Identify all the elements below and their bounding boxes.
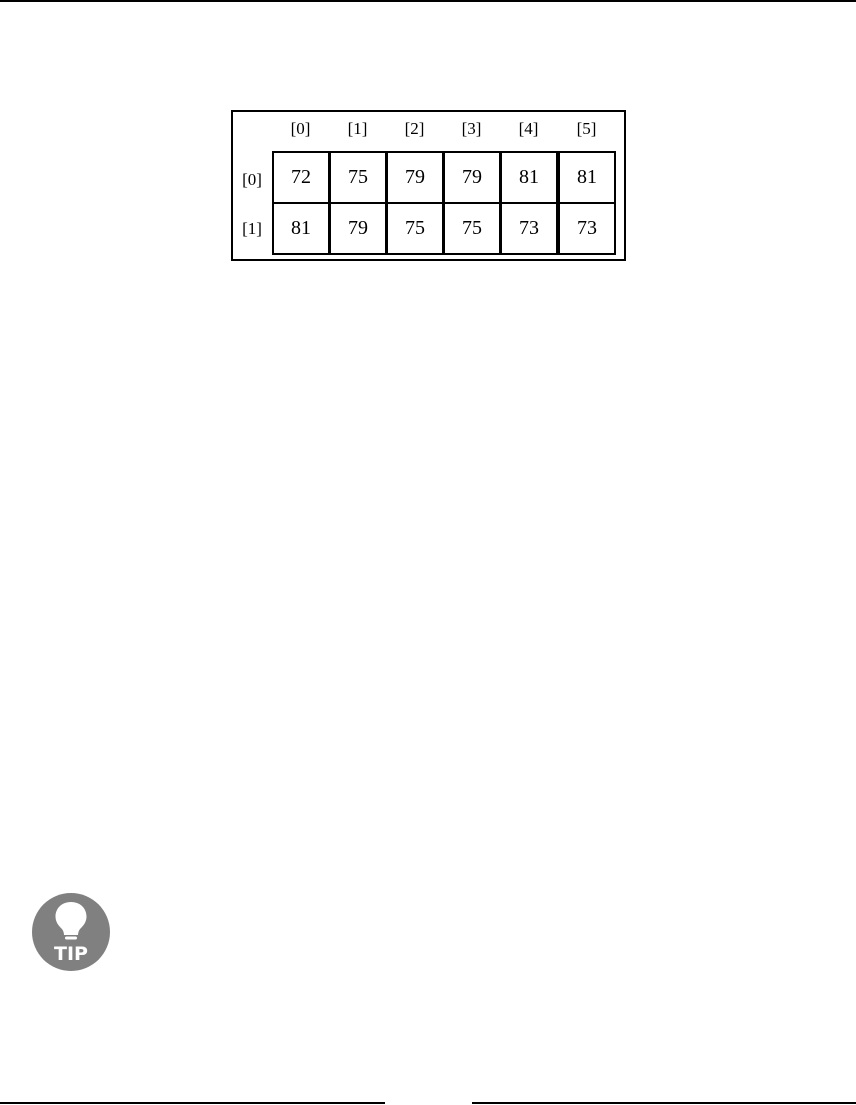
column-index: [3]	[461, 119, 482, 138]
array-cell: 75	[443, 202, 501, 255]
array-cell: 79	[329, 202, 387, 255]
row-index: [0]	[242, 170, 262, 189]
footer-rule-right	[472, 1102, 856, 1104]
footer-rule-left	[0, 1102, 385, 1104]
array-cell: 75	[386, 202, 444, 255]
array-cell: 72	[272, 151, 330, 204]
array-cell: 81	[272, 202, 330, 255]
row-index: [1]	[242, 219, 262, 238]
tip-label: TIP	[54, 943, 88, 965]
tip-icon: TIP	[32, 893, 110, 971]
array-cell: 73	[500, 202, 558, 255]
array-cell: 81	[500, 151, 558, 204]
array-cell: 81	[558, 151, 616, 204]
column-index: [2]	[404, 119, 425, 138]
array-cell: 79	[386, 151, 444, 204]
column-index: [4]	[518, 119, 539, 138]
array-cell: 79	[443, 151, 501, 204]
top-rule	[0, 0, 856, 2]
column-index: [0]	[290, 119, 311, 138]
column-index: [5]	[576, 119, 597, 138]
array-cell: 73	[558, 202, 616, 255]
column-index: [1]	[347, 119, 368, 138]
array-cell: 75	[329, 151, 387, 204]
